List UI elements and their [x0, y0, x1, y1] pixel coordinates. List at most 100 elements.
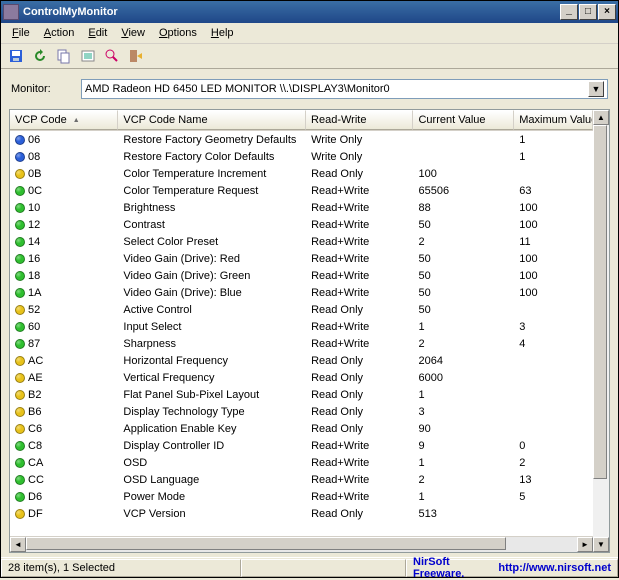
cell-name: Sharpness	[118, 337, 306, 351]
table-row[interactable]: 1AVideo Gain (Drive): BlueRead+Write5010…	[10, 284, 593, 301]
cell-rw: Read+Write	[306, 184, 413, 198]
copy-icon[interactable]	[55, 47, 73, 65]
header-read-write[interactable]: Read-Write	[306, 110, 413, 130]
horizontal-scrollbar[interactable]: ◄ ►	[10, 536, 593, 552]
cell-rw: Read Only	[306, 422, 413, 436]
exit-icon[interactable]	[127, 47, 145, 65]
cell-rw: Read Only	[306, 303, 413, 317]
cell-rw: Read+Write	[306, 252, 413, 266]
cell-name: VCP Version	[118, 507, 306, 521]
monitor-select[interactable]: AMD Radeon HD 6450 LED MONITOR \\.\DISPL…	[81, 79, 608, 99]
cell-rw: Read+Write	[306, 320, 413, 334]
cell-current: 1	[414, 490, 515, 504]
menu-file[interactable]: File	[5, 25, 37, 41]
h-scroll-thumb[interactable]	[26, 537, 506, 550]
scroll-up-icon[interactable]: ▲	[593, 110, 609, 125]
status-bullet-icon	[15, 169, 25, 179]
cell-name: Video Gain (Drive): Blue	[118, 286, 306, 300]
table-row[interactable]: 52Active ControlRead Only50	[10, 301, 593, 318]
table-row[interactable]: 12ContrastRead+Write50100	[10, 216, 593, 233]
header-current-value[interactable]: Current Value	[413, 110, 514, 130]
table-row[interactable]: ACHorizontal FrequencyRead Only2064	[10, 352, 593, 369]
status-bullet-icon	[15, 407, 25, 417]
status-bullet-icon	[15, 220, 25, 230]
menu-view[interactable]: View	[114, 25, 152, 41]
cell-code: D6	[28, 491, 42, 503]
table-row[interactable]: 06Restore Factory Geometry DefaultsWrite…	[10, 131, 593, 148]
table-row[interactable]: CCOSD LanguageRead+Write213	[10, 471, 593, 488]
toolbar	[1, 44, 618, 69]
cell-code: AC	[28, 355, 43, 367]
status-bullet-icon	[15, 135, 25, 145]
v-scroll-thumb[interactable]	[593, 125, 607, 479]
table-row[interactable]: 60Input SelectRead+Write13	[10, 318, 593, 335]
menu-edit[interactable]: Edit	[81, 25, 114, 41]
status-bullet-icon	[15, 237, 25, 247]
menu-action[interactable]: Action	[37, 25, 82, 41]
menubar: File Action Edit View Options Help	[1, 23, 618, 44]
cell-name: Restore Factory Color Defaults	[118, 150, 306, 164]
table-row[interactable]: 87SharpnessRead+Write24	[10, 335, 593, 352]
cell-name: Active Control	[118, 303, 306, 317]
cell-current: 88	[414, 201, 515, 215]
header-vcp-name[interactable]: VCP Code Name	[118, 110, 306, 130]
titlebar[interactable]: ControlMyMonitor _ □ ×	[1, 1, 618, 23]
cell-max: 1	[514, 133, 593, 147]
menu-options[interactable]: Options	[152, 25, 204, 41]
cell-name: Horizontal Frequency	[118, 354, 306, 368]
scroll-down-icon[interactable]: ▼	[593, 537, 609, 552]
scroll-right-icon[interactable]: ►	[577, 537, 593, 552]
cell-name: Power Mode	[118, 490, 306, 504]
cell-max: 100	[514, 201, 593, 215]
table-row[interactable]: C6Application Enable KeyRead Only90	[10, 420, 593, 437]
properties-icon[interactable]	[79, 47, 97, 65]
cell-max: 1	[514, 150, 593, 164]
cell-code: 18	[28, 270, 40, 282]
cell-code: CC	[28, 474, 44, 486]
status-text: 28 item(s), 1 Selected	[1, 559, 241, 577]
cell-max: 5	[514, 490, 593, 504]
table-row[interactable]: DFVCP VersionRead Only513	[10, 505, 593, 522]
header-vcp-code[interactable]: VCP Code	[10, 110, 118, 130]
maximize-button[interactable]: □	[579, 4, 597, 20]
vertical-scrollbar[interactable]: ▲ ▼	[593, 110, 609, 552]
table-row[interactable]: B6Display Technology TypeRead Only3	[10, 403, 593, 420]
chevron-down-icon[interactable]: ▼	[588, 81, 604, 97]
table-row[interactable]: 10BrightnessRead+Write88100	[10, 199, 593, 216]
table-row[interactable]: CAOSDRead+Write12	[10, 454, 593, 471]
close-button[interactable]: ×	[598, 4, 616, 20]
table-body: 06Restore Factory Geometry DefaultsWrite…	[10, 131, 593, 536]
cell-rw: Read Only	[306, 507, 413, 521]
menu-help[interactable]: Help	[204, 25, 241, 41]
minimize-button[interactable]: _	[560, 4, 578, 20]
cell-rw: Read+Write	[306, 286, 413, 300]
table-row[interactable]: 0BColor Temperature IncrementRead Only10…	[10, 165, 593, 182]
table-row[interactable]: 08Restore Factory Color DefaultsWrite On…	[10, 148, 593, 165]
cell-code: B6	[28, 406, 41, 418]
table-row[interactable]: 14Select Color PresetRead+Write211	[10, 233, 593, 250]
cell-max: 100	[514, 252, 593, 266]
find-icon[interactable]	[103, 47, 121, 65]
table-row[interactable]: 18Video Gain (Drive): GreenRead+Write501…	[10, 267, 593, 284]
table-row[interactable]: 16Video Gain (Drive): RedRead+Write50100	[10, 250, 593, 267]
cell-max: 13	[514, 473, 593, 487]
status-bullet-icon	[15, 288, 25, 298]
save-icon[interactable]	[7, 47, 25, 65]
cell-code: 16	[28, 253, 40, 265]
header-maximum-value[interactable]: Maximum Value	[514, 110, 593, 130]
cell-rw: Read+Write	[306, 473, 413, 487]
table-row[interactable]: B2Flat Panel Sub-Pixel LayoutRead Only1	[10, 386, 593, 403]
cell-max	[514, 394, 593, 396]
scroll-left-icon[interactable]: ◄	[10, 537, 26, 552]
cell-rw: Read+Write	[306, 235, 413, 249]
cell-code: CA	[28, 457, 43, 469]
cell-name: Display Technology Type	[118, 405, 306, 419]
table-row[interactable]: AEVertical FrequencyRead Only6000	[10, 369, 593, 386]
table-row[interactable]: D6Power ModeRead+Write15	[10, 488, 593, 505]
refresh-icon[interactable]	[31, 47, 49, 65]
table-row[interactable]: 0CColor Temperature RequestRead+Write655…	[10, 182, 593, 199]
cell-name: Brightness	[118, 201, 306, 215]
status-bullet-icon	[15, 458, 25, 468]
footer-link[interactable]: NirSoft Freeware. http://www.nirsoft.net	[406, 559, 618, 577]
table-row[interactable]: C8Display Controller IDRead+Write90	[10, 437, 593, 454]
